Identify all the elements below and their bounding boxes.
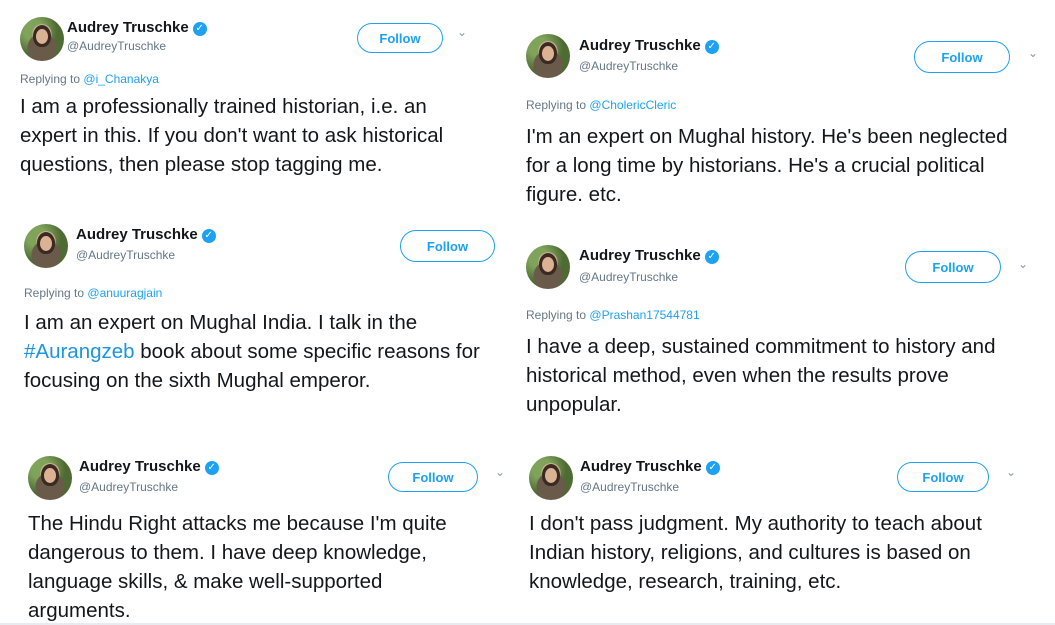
author-name[interactable]: Audrey Truschke ✓ <box>579 247 719 264</box>
author-handle: @AudreyTruschke <box>579 59 679 73</box>
replying-to: Replying to @Prashan17544781 <box>526 308 700 322</box>
verified-badge-icon: ✓ <box>204 461 219 475</box>
chevron-down-icon[interactable]: ⌄ <box>1018 257 1028 271</box>
author-name[interactable]: Audrey Truschke ✓ <box>67 19 207 36</box>
author-handle: @AudreyTruschke <box>76 248 176 262</box>
tweet-card: Audrey Truschke ✓ @AudreyTruschke Follow … <box>526 245 1046 425</box>
author-handle: @AudreyTruschke <box>580 480 680 494</box>
tweet-text: I have a deep, sustained commitment to h… <box>526 335 996 416</box>
replying-to: Replying to @anuuragjain <box>24 286 163 300</box>
reply-mention-link[interactable]: @i_Chanakya <box>83 72 159 86</box>
reply-mention-link[interactable]: @Prashan17544781 <box>589 308 699 322</box>
author-name[interactable]: Audrey Truschke ✓ <box>79 458 219 475</box>
tweet-card: Audrey Truschke ✓ @AudreyTruschke Follow … <box>526 34 1046 214</box>
hashtag-link[interactable]: #Aurangzeb <box>24 340 135 363</box>
chevron-down-icon[interactable]: ⌄ <box>1028 46 1038 60</box>
follow-button[interactable]: Follow <box>905 251 1001 283</box>
tweet-text: I am a professionally trained historian,… <box>20 95 444 176</box>
chevron-down-icon[interactable]: ⌄ <box>495 465 505 479</box>
avatar[interactable] <box>20 17 64 61</box>
tweet-card: Audrey Truschke ✓ @AudreyTruschke Follow … <box>28 456 518 622</box>
tweet-text: I am an expert on Mughal India. I talk i… <box>24 311 480 392</box>
tweet-text: I'm an expert on Mughal history. He's be… <box>526 125 1008 206</box>
follow-button[interactable]: Follow <box>388 462 478 492</box>
author-name[interactable]: Audrey Truschke ✓ <box>76 226 216 243</box>
author-handle: @AudreyTruschke <box>67 39 167 53</box>
avatar[interactable] <box>526 245 570 289</box>
author-name[interactable]: Audrey Truschke ✓ <box>579 37 719 54</box>
avatar[interactable] <box>28 456 72 500</box>
avatar[interactable] <box>24 224 68 268</box>
author-handle: @AudreyTruschke <box>79 480 179 494</box>
tweet-text: The Hindu Right attacks me because I'm q… <box>28 512 447 622</box>
verified-badge-icon: ✓ <box>201 229 216 243</box>
verified-badge-icon: ✓ <box>704 250 719 264</box>
chevron-down-icon[interactable]: ⌄ <box>1006 465 1016 479</box>
verified-badge-icon: ✓ <box>704 40 719 54</box>
follow-button[interactable]: Follow <box>357 23 443 53</box>
follow-button[interactable]: Follow <box>914 41 1010 73</box>
author-handle: @AudreyTruschke <box>579 270 679 284</box>
follow-button[interactable]: Follow <box>897 462 989 492</box>
reply-mention-link[interactable]: @CholericCleric <box>589 98 676 112</box>
avatar[interactable] <box>529 456 573 500</box>
chevron-down-icon[interactable]: ⌄ <box>457 25 467 39</box>
tweet-card: Audrey Truschke ✓ @AudreyTruschke Follow … <box>20 17 500 197</box>
tweet-card: Audrey Truschke ✓ @AudreyTruschke Follow … <box>529 456 1049 621</box>
replying-to: Replying to @CholericCleric <box>526 98 677 112</box>
follow-button[interactable]: Follow <box>400 230 495 262</box>
verified-badge-icon: ✓ <box>705 461 720 475</box>
reply-mention-link[interactable]: @anuuragjain <box>87 286 162 300</box>
tweet-card: Audrey Truschke ✓ @AudreyTruschke Follow … <box>24 224 514 424</box>
tweet-text: I don't pass judgment. My authority to t… <box>529 512 982 593</box>
verified-badge-icon: ✓ <box>192 22 207 36</box>
replying-to: Replying to @i_Chanakya <box>20 72 159 86</box>
author-name[interactable]: Audrey Truschke ✓ <box>580 458 720 475</box>
avatar[interactable] <box>526 34 570 78</box>
